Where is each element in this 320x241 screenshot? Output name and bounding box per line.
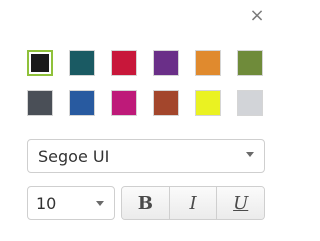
swatch-color [112,51,136,75]
swatch-blue[interactable] [69,90,95,116]
font-size-value: 10 [36,194,57,213]
swatch-black[interactable] [27,50,53,76]
swatch-color [154,51,178,75]
swatch-color [28,91,52,115]
swatch-color [70,91,94,115]
bold-button[interactable]: B [122,187,169,219]
swatch-slate[interactable] [27,90,53,116]
swatch-teal[interactable] [69,50,95,76]
swatch-color [112,91,136,115]
swatch-color [70,51,94,75]
swatch-purple[interactable] [153,50,179,76]
font-size-dropdown[interactable]: 10 [27,186,115,220]
close-icon[interactable]: × [249,7,265,25]
italic-button[interactable]: I [168,187,217,219]
swatch-brown[interactable] [153,90,179,116]
swatch-color [238,91,262,115]
font-family-dropdown[interactable]: Segoe UI [27,139,265,173]
color-swatch-grid [27,50,265,118]
swatch-color [154,91,178,115]
underline-button[interactable]: U [216,187,264,219]
swatch-row-2 [27,90,265,118]
swatch-color [196,51,220,75]
swatch-row-1 [27,50,265,78]
swatch-crimson[interactable] [111,50,137,76]
font-family-value: Segoe UI [38,147,110,166]
swatch-light-gray[interactable] [237,90,263,116]
text-style-buttons: B I U [121,186,265,220]
text-format-panel: × Segoe UI 10 B I U [0,0,275,241]
swatch-yellow[interactable] [195,90,221,116]
swatch-magenta[interactable] [111,90,137,116]
swatch-color [238,51,262,75]
swatch-olive[interactable] [237,50,263,76]
chevron-down-icon [96,201,104,206]
swatch-orange[interactable] [195,50,221,76]
swatch-color [31,54,49,72]
swatch-color [196,91,220,115]
chevron-down-icon [246,152,254,157]
